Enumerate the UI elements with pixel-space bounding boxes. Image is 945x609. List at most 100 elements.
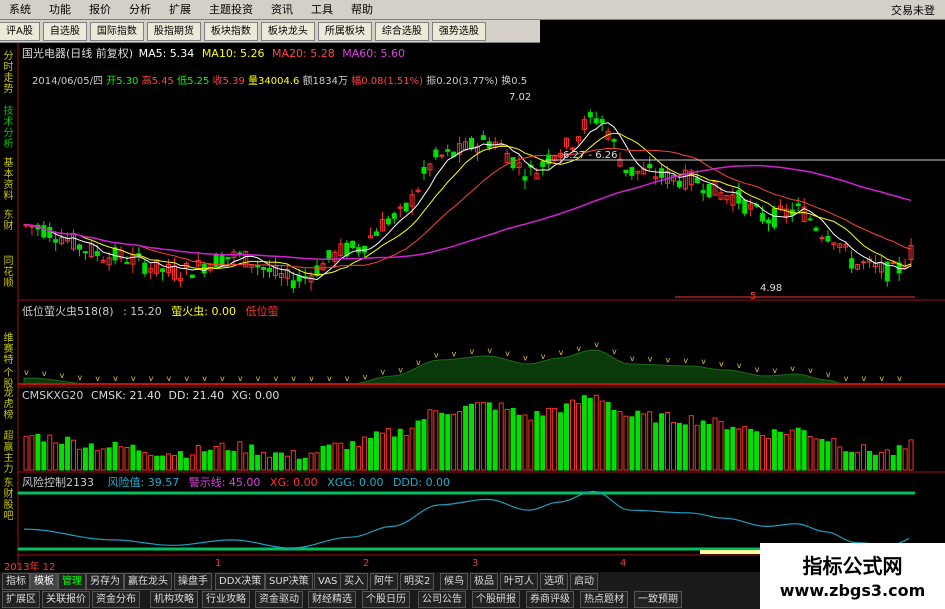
- cmsk-bar: [76, 448, 82, 471]
- btab-sup[interactable]: SUP决策: [265, 573, 313, 590]
- btab-ddx[interactable]: DDX决策: [215, 573, 266, 590]
- info-close: 收5.39: [212, 76, 245, 87]
- btab-extension[interactable]: 扩展区: [2, 591, 40, 608]
- cmsk-bar: [599, 400, 605, 471]
- btab-options[interactable]: 选项: [540, 573, 568, 590]
- firefly-mark: v: [434, 351, 439, 360]
- cmsk-bar: [866, 450, 872, 471]
- firefly-mark: v: [648, 354, 653, 363]
- cmsk-bar: [296, 458, 302, 471]
- cmsk-bar: [605, 401, 611, 471]
- firefly-low-label: 低位萤: [245, 305, 279, 318]
- cmsk-bar: [730, 426, 736, 471]
- candle-body: [819, 237, 825, 240]
- cmsk-bar: [35, 433, 41, 471]
- candle-body: [706, 183, 712, 198]
- btab-vas[interactable]: VAS: [314, 573, 342, 590]
- btab-yekeren[interactable]: 叶可人: [500, 573, 538, 590]
- cmsk-bar: [718, 420, 724, 471]
- firefly-mark: v: [327, 374, 332, 383]
- cmsk-bar: [837, 446, 843, 471]
- btab-mingmai[interactable]: 明买2: [400, 573, 435, 590]
- btab-start[interactable]: 启动: [570, 573, 598, 590]
- btab-inst-strategy[interactable]: 机构攻略: [150, 591, 198, 608]
- cmsk-bar: [65, 436, 71, 471]
- risk-xg-value: XG: 0.00: [269, 476, 318, 489]
- cmsk-bar: [486, 402, 492, 471]
- btab-template[interactable]: 模板: [30, 573, 58, 590]
- cmsk-bar: [676, 422, 682, 471]
- cmsk-bar: [575, 403, 581, 471]
- ma20-label: MA20: 5.28: [272, 47, 335, 60]
- candle-body: [225, 256, 231, 260]
- firefly-mark: v: [790, 364, 795, 373]
- firefly-mark: v: [42, 369, 47, 378]
- candle-body: [593, 118, 599, 124]
- cmsk-bar: [403, 435, 409, 471]
- cmsk-bar: [528, 419, 534, 471]
- btab-consensus[interactable]: 一致预期: [634, 591, 682, 608]
- candle-body: [760, 213, 766, 222]
- btab-hot-topics[interactable]: 热点题材: [580, 591, 628, 608]
- candle-body: [296, 275, 302, 282]
- ma60-line: [25, 164, 912, 260]
- cmsk-panel-header: CMSKXG20 CMSK: 21.40 DD: 21.40 XG: 0.00: [22, 389, 279, 402]
- btab-buy[interactable]: 买入: [340, 573, 368, 590]
- cmsk-bar: [207, 449, 213, 471]
- cmsk-bar: [41, 441, 47, 471]
- firefly-title: 低位萤火虫518(8): [22, 305, 114, 318]
- cmsk-bar: [647, 411, 653, 471]
- cmsk-bar: [736, 428, 742, 471]
- cmsk-bar: [653, 422, 659, 471]
- firefly-mark: v: [345, 374, 350, 383]
- cmsk-bar: [314, 452, 320, 471]
- btab-stock-calendar[interactable]: 个股日历: [362, 591, 410, 608]
- ma60-label: MA60: 5.60: [342, 47, 405, 60]
- btab-fund-dist[interactable]: 资金分布: [92, 591, 140, 608]
- cmsk-bar: [362, 436, 368, 471]
- cmsk-bar: [47, 434, 53, 471]
- btab-trader[interactable]: 操盘手: [174, 573, 212, 590]
- cmsk-bar: [332, 442, 338, 471]
- btab-indicator[interactable]: 指标: [2, 573, 30, 590]
- btab-related-quote[interactable]: 关联报价: [42, 591, 90, 608]
- btab-broker-rating[interactable]: 券商评级: [526, 591, 574, 608]
- cmsk-bar: [201, 451, 207, 471]
- dd-value: DD: 21.40: [168, 389, 225, 402]
- time-axis-month-2: 2: [363, 558, 370, 569]
- btab-win-leader[interactable]: 赢在龙头: [124, 573, 172, 590]
- cmsk-bar: [368, 437, 374, 471]
- firefly-mark: v: [131, 374, 136, 383]
- cmsk-bar: [682, 424, 688, 471]
- firefly-panel-header: 低位萤火虫518(8) : 15.20 萤火虫: 0.00 低位萤: [22, 303, 278, 319]
- btab-industry-strategy[interactable]: 行业攻略: [202, 591, 250, 608]
- firefly-mark: v: [60, 371, 65, 380]
- btab-houniao[interactable]: 候鸟: [440, 573, 468, 590]
- btab-announcement[interactable]: 公司公告: [418, 591, 466, 608]
- ma10-line: [25, 132, 912, 276]
- cmsk-bar: [783, 434, 789, 471]
- cmsk-bar: [754, 431, 760, 471]
- cmsk-bar: [789, 429, 795, 471]
- btab-jipin[interactable]: 极品: [470, 573, 498, 590]
- firefly-mark: v: [844, 374, 849, 383]
- cmsk-bar: [23, 435, 29, 471]
- risk-xgg-value: XGG: 0.00: [327, 476, 384, 489]
- btab-research[interactable]: 个股研报: [472, 591, 520, 608]
- firefly-mark: v: [879, 374, 884, 383]
- candle-body: [587, 112, 593, 118]
- btab-save-as[interactable]: 另存为: [86, 573, 124, 590]
- cmsk-bar: [189, 454, 195, 471]
- firefly-mark: v: [309, 374, 314, 383]
- candle-body: [41, 225, 47, 238]
- btab-manage[interactable]: 管理: [58, 573, 86, 590]
- cmsk-bar: [338, 442, 344, 471]
- cmsk-bar: [373, 431, 379, 471]
- btab-aniu[interactable]: 阿牛: [370, 573, 398, 590]
- firefly-mark: v: [594, 340, 599, 349]
- cmsk-bar: [124, 447, 130, 471]
- btab-finance-picks[interactable]: 财经精选: [308, 591, 356, 608]
- info-volume: 量34004.6: [248, 76, 300, 87]
- btab-fund-driven[interactable]: 资金驱动: [255, 591, 303, 608]
- firefly-mark: v: [95, 374, 100, 383]
